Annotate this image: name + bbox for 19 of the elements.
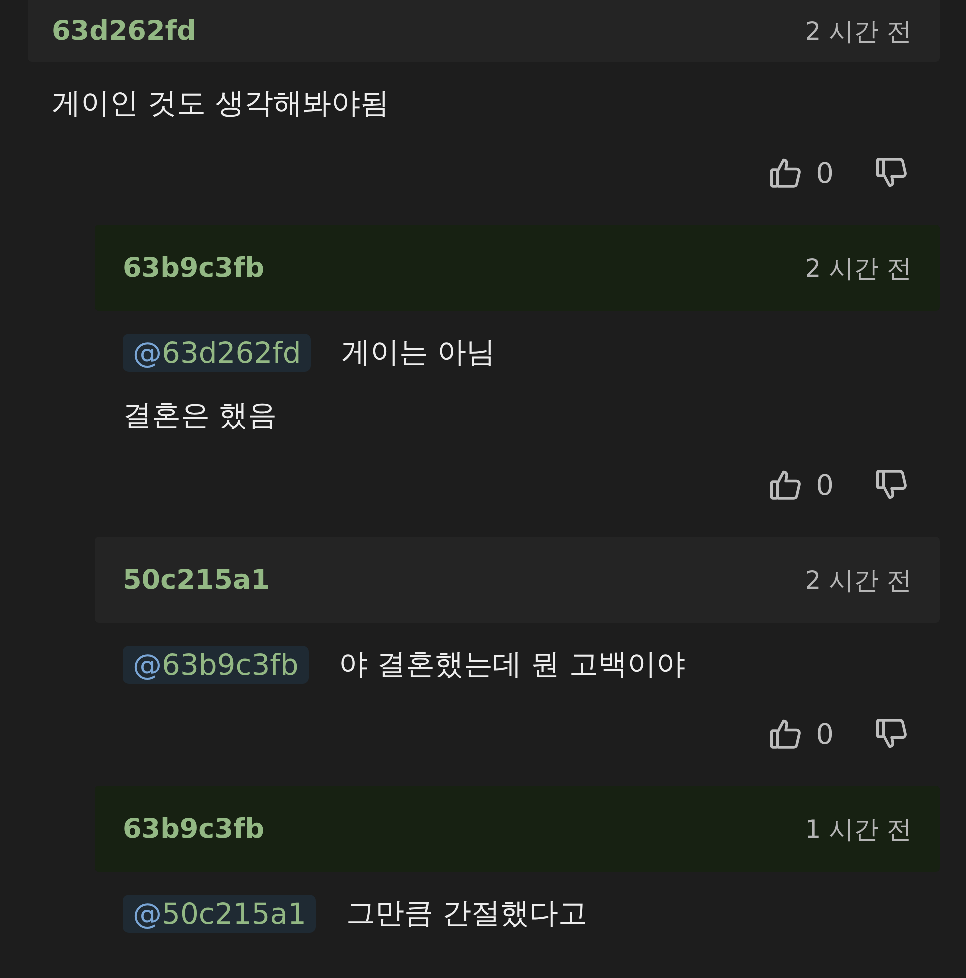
like-count: 0 — [816, 718, 834, 750]
like-count: 0 — [816, 156, 834, 190]
timestamp: 2 시간 전 — [805, 564, 912, 596]
username[interactable]: 63b9c3fb — [123, 814, 265, 844]
comment-text: 결혼은 했음 — [123, 396, 278, 434]
username[interactable]: 50c215a1 — [123, 564, 270, 596]
username[interactable]: 63d262fd — [52, 16, 196, 46]
timestamp: 2 시간 전 — [805, 16, 912, 48]
timestamp: 2 시간 전 — [805, 252, 912, 284]
username[interactable]: 63b9c3fb — [123, 252, 265, 284]
comment-text: 게이인 것도 생각해봐야됨 — [52, 84, 390, 122]
comment-text: 야 결혼했는데 뭔 고백이야 — [338, 646, 686, 682]
timestamp: 1 시간 전 — [805, 814, 912, 846]
comment-text: 그만큼 간절했다고 — [346, 894, 588, 932]
comment-text: 게이는 아님 — [341, 334, 496, 370]
mention-tag[interactable]: @63b9c3fb — [123, 646, 309, 684]
mention-tag[interactable]: @63d262fd — [123, 334, 312, 372]
like-count: 0 — [816, 468, 834, 502]
mention-tag[interactable]: @50c215a1 — [123, 894, 316, 932]
